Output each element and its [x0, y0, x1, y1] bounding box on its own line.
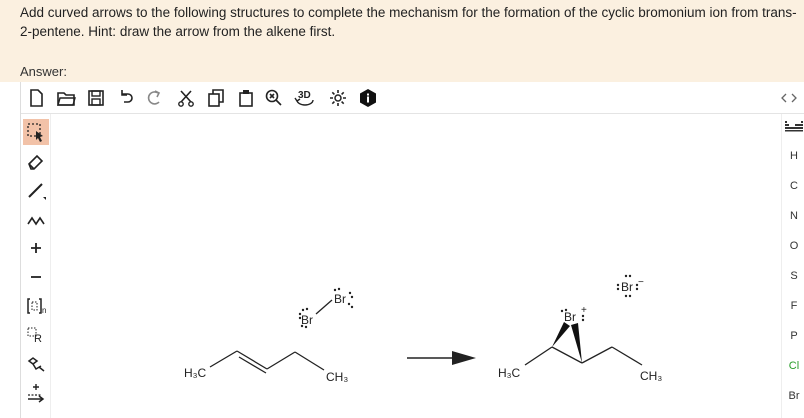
product-ch3-label: CH₃ [640, 369, 662, 383]
periodic-table-icon[interactable] [782, 120, 804, 135]
view-3d-icon[interactable]: 3D [291, 87, 319, 109]
eraser-icon[interactable] [23, 148, 49, 174]
left-toolbar: n R [21, 114, 51, 418]
new-file-icon[interactable] [25, 87, 47, 109]
reaction-arrow-tool-icon[interactable] [23, 380, 49, 406]
paste-icon[interactable] [235, 87, 257, 109]
cut-icon[interactable] [175, 87, 197, 109]
bromide-br-label: Br [621, 280, 633, 294]
element-o[interactable]: O [782, 240, 804, 252]
element-h[interactable]: H [782, 150, 804, 162]
bromonium-br-label: Br [564, 310, 576, 324]
question-panel: Add curved arrows to the following struc… [0, 0, 804, 82]
bromide-charge: − [638, 277, 644, 288]
redo-icon[interactable] [143, 87, 165, 109]
element-s[interactable]: S [782, 270, 804, 282]
right-toolbar: H C N O S F P Cl Br [781, 114, 804, 418]
bracket-tool-icon[interactable]: n [23, 293, 49, 319]
chain-tool-icon[interactable] [23, 206, 49, 232]
drawing-canvas[interactable]: H₃C CH₃ Br Br H₃C CH₃ Br + Br − [52, 115, 780, 418]
reactant-ch3-label: CH₃ [326, 370, 348, 384]
rgroup-label: R [34, 333, 42, 345]
positive-charge-icon[interactable] [23, 235, 49, 261]
settings-gear-icon[interactable] [327, 87, 349, 109]
copy-icon[interactable] [205, 87, 227, 109]
element-n[interactable]: N [782, 210, 804, 222]
product-h3c-label: H₃C [498, 366, 521, 380]
question-text: Add curved arrows to the following struc… [20, 5, 797, 39]
clear-zoom-icon[interactable] [263, 87, 285, 109]
negative-charge-icon[interactable] [23, 264, 49, 290]
rgroup-tool-icon[interactable]: R [23, 322, 49, 348]
element-p[interactable]: P [782, 330, 804, 342]
element-f[interactable]: F [782, 300, 804, 312]
top-toolbar: 3D [21, 82, 804, 114]
info-icon[interactable] [357, 87, 379, 109]
open-folder-icon[interactable] [55, 87, 77, 109]
reactant-alkene: H₃C CH₃ [184, 350, 348, 384]
bond-tool-icon[interactable] [23, 177, 49, 203]
reactant-h3c-label: H₃C [184, 366, 207, 380]
select-tool-icon[interactable] [23, 119, 49, 145]
bracket-label: n [42, 306, 46, 315]
br2-top-label: Br [334, 292, 346, 306]
undo-icon[interactable] [115, 87, 137, 109]
bromonium-product: H₃C CH₃ Br + [498, 305, 662, 383]
expand-arrows-icon[interactable] [777, 87, 801, 109]
answer-label: Answer: [20, 64, 67, 79]
element-cl[interactable]: Cl [782, 360, 804, 372]
bromine-molecule: Br Br [298, 287, 354, 329]
bromonium-charge: + [581, 305, 587, 316]
save-icon[interactable] [85, 87, 107, 109]
reaction-arrow [407, 351, 476, 365]
element-c[interactable]: C [782, 180, 804, 192]
template-tool-icon[interactable] [23, 351, 49, 377]
element-br[interactable]: Br [782, 390, 804, 402]
molecule-editor: 3D n R H C N O S F P Cl Br H₃C CH₃ Br Br… [20, 82, 804, 418]
mechanism-drawing: H₃C CH₃ Br Br H₃C CH₃ Br + Br − [184, 274, 662, 384]
bromide-ion: Br − [616, 274, 644, 298]
br2-bottom-label: Br [301, 313, 313, 327]
